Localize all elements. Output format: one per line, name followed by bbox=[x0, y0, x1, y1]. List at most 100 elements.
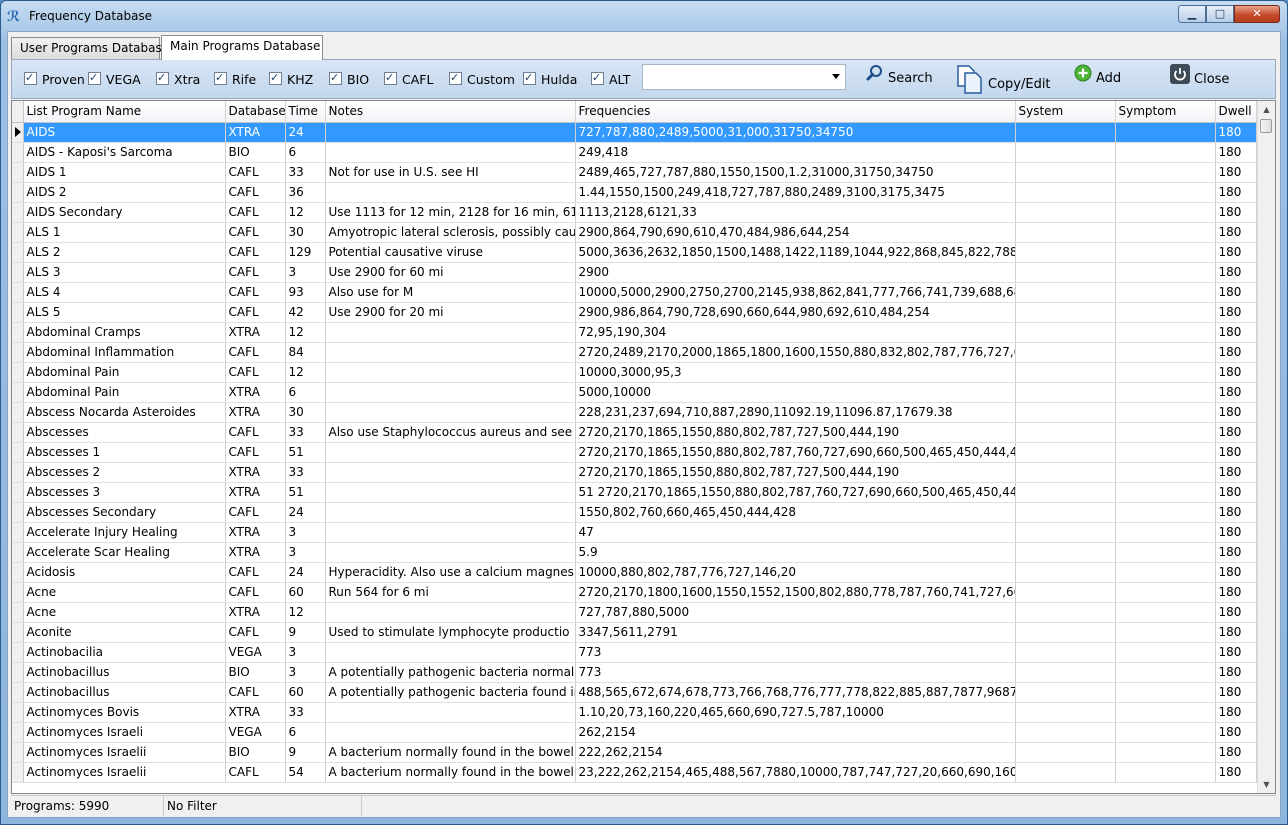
cell-dwell[interactable]: 180 bbox=[1215, 222, 1257, 243]
cell-frequencies[interactable]: 23,222,262,2154,465,488,567,7880,10000,7… bbox=[575, 762, 1016, 783]
cell-database[interactable]: VEGA bbox=[225, 722, 286, 743]
row-header[interactable] bbox=[12, 742, 24, 763]
table-row[interactable]: Abscesses 2 XTRA 33 2720,2170,1865,1550,880… bbox=[12, 462, 1257, 483]
cell-database[interactable]: CAFL bbox=[225, 622, 286, 643]
cell-name[interactable]: Abscesses bbox=[23, 422, 226, 443]
cell-database[interactable]: CAFL bbox=[225, 282, 286, 303]
cell-system[interactable] bbox=[1015, 242, 1116, 263]
cell-symptom[interactable] bbox=[1115, 402, 1216, 423]
row-header[interactable] bbox=[12, 542, 24, 563]
cell-database[interactable]: XTRA bbox=[225, 482, 286, 503]
cell-symptom[interactable] bbox=[1115, 442, 1216, 463]
programs-grid[interactable]: List Program Name Database Time Notes Fr… bbox=[11, 100, 1276, 794]
table-row[interactable]: Acne XTRA 12 727,787,880,5000 180 bbox=[12, 602, 1257, 623]
cell-dwell[interactable]: 180 bbox=[1215, 262, 1257, 283]
cell-frequencies[interactable]: 5.9 bbox=[575, 542, 1016, 563]
scroll-up-icon[interactable]: ▲ bbox=[1258, 101, 1275, 118]
cell-frequencies[interactable]: 72,95,190,304 bbox=[575, 322, 1016, 343]
cell-name[interactable]: ALS 1 bbox=[23, 222, 226, 243]
cell-system[interactable] bbox=[1015, 602, 1116, 623]
cell-system[interactable] bbox=[1015, 222, 1116, 243]
row-header[interactable] bbox=[12, 402, 24, 423]
cell-database[interactable]: CAFL bbox=[225, 202, 286, 223]
cell-database[interactable]: CAFL bbox=[225, 302, 286, 323]
cell-name[interactable]: Accelerate Scar Healing bbox=[23, 542, 226, 563]
cell-dwell[interactable]: 180 bbox=[1215, 682, 1257, 703]
table-row[interactable]: Abdominal Pain CAFL 12 10000,3000,95,3 180 bbox=[12, 362, 1257, 383]
cell-dwell[interactable]: 180 bbox=[1215, 182, 1257, 203]
cell-notes[interactable] bbox=[325, 642, 576, 663]
cell-dwell[interactable]: 180 bbox=[1215, 162, 1257, 183]
cell-frequencies[interactable]: 2900,986,864,790,728,690,660,644,980,692… bbox=[575, 302, 1016, 323]
cell-notes[interactable] bbox=[325, 322, 576, 343]
cell-notes[interactable]: Use 1113 for 12 min, 2128 for 16 min, 61… bbox=[325, 202, 576, 223]
cell-dwell[interactable]: 180 bbox=[1215, 322, 1257, 343]
cell-symptom[interactable] bbox=[1115, 222, 1216, 243]
cell-frequencies[interactable]: 2720,2170,1865,1550,880,802,787,727,500,… bbox=[575, 462, 1016, 483]
table-row[interactable]: Aconite CAFL 9 Used to stimulate lymphocyte… bbox=[12, 622, 1257, 643]
cell-system[interactable] bbox=[1015, 342, 1116, 363]
row-header[interactable] bbox=[12, 562, 24, 583]
cell-time[interactable]: 33 bbox=[285, 462, 326, 483]
row-header[interactable] bbox=[12, 182, 24, 203]
cell-dwell[interactable]: 180 bbox=[1215, 482, 1257, 503]
cell-symptom[interactable] bbox=[1115, 202, 1216, 223]
cell-system[interactable] bbox=[1015, 362, 1116, 383]
row-header[interactable] bbox=[12, 762, 24, 783]
cell-system[interactable] bbox=[1015, 382, 1116, 403]
cell-notes[interactable] bbox=[325, 382, 576, 403]
cell-name[interactable]: Abscesses 1 bbox=[23, 442, 226, 463]
cell-dwell[interactable]: 180 bbox=[1215, 282, 1257, 303]
cell-symptom[interactable] bbox=[1115, 562, 1216, 583]
cell-frequencies[interactable]: 5000,10000 bbox=[575, 382, 1016, 403]
table-row[interactable]: Abdominal Pain XTRA 6 5000,10000 180 bbox=[12, 382, 1257, 403]
row-header[interactable] bbox=[12, 702, 24, 723]
cell-system[interactable] bbox=[1015, 142, 1116, 163]
cell-system[interactable] bbox=[1015, 722, 1116, 743]
cell-system[interactable] bbox=[1015, 402, 1116, 423]
cell-notes[interactable] bbox=[325, 482, 576, 503]
cell-frequencies[interactable]: 2720,2170,1865,1550,880,802,787,727,500,… bbox=[575, 422, 1016, 443]
cell-database[interactable]: CAFL bbox=[225, 342, 286, 363]
row-header[interactable] bbox=[12, 162, 24, 183]
search-combo[interactable] bbox=[642, 64, 846, 90]
cell-frequencies[interactable]: 47 bbox=[575, 522, 1016, 543]
cell-notes[interactable]: Run 564 for 6 mi bbox=[325, 582, 576, 603]
cell-dwell[interactable]: 180 bbox=[1215, 142, 1257, 163]
cell-dwell[interactable]: 180 bbox=[1215, 442, 1257, 463]
column-header-symptom[interactable]: Symptom bbox=[1115, 101, 1216, 123]
cell-notes[interactable]: A potentially pathogenic bacteria found … bbox=[325, 682, 576, 703]
cell-notes[interactable]: Amyotropic lateral sclerosis, possibly c… bbox=[325, 222, 576, 243]
cell-notes[interactable] bbox=[325, 182, 576, 203]
cell-time[interactable]: 3 bbox=[285, 542, 326, 563]
cell-database[interactable]: BIO bbox=[225, 142, 286, 163]
cell-time[interactable]: 30 bbox=[285, 222, 326, 243]
row-header[interactable] bbox=[12, 602, 24, 623]
cell-database[interactable]: BIO bbox=[225, 742, 286, 763]
filter-vega-checkbox[interactable]: VEGA bbox=[88, 70, 141, 88]
cell-symptom[interactable] bbox=[1115, 342, 1216, 363]
chevron-down-icon[interactable] bbox=[832, 74, 840, 79]
cell-time[interactable]: 24 bbox=[285, 562, 326, 583]
cell-system[interactable] bbox=[1015, 462, 1116, 483]
table-row[interactable]: Actinobacillus BIO 3 A potentially pathogen… bbox=[12, 662, 1257, 683]
cell-database[interactable]: CAFL bbox=[225, 262, 286, 283]
cell-frequencies[interactable]: 5000,3636,2632,1850,1500,1488,1422,1189,… bbox=[575, 242, 1016, 263]
row-header[interactable] bbox=[12, 242, 24, 263]
cell-frequencies[interactable]: 2489,465,727,787,880,1550,1500,1.2,31000… bbox=[575, 162, 1016, 183]
cell-time[interactable]: 6 bbox=[285, 382, 326, 403]
row-header[interactable] bbox=[12, 722, 24, 743]
cell-dwell[interactable]: 180 bbox=[1215, 582, 1257, 603]
column-header-system[interactable]: System bbox=[1015, 101, 1116, 123]
cell-notes[interactable] bbox=[325, 402, 576, 423]
cell-time[interactable]: 12 bbox=[285, 322, 326, 343]
cell-name[interactable]: AIDS Secondary bbox=[23, 202, 226, 223]
cell-time[interactable]: 93 bbox=[285, 282, 326, 303]
cell-notes[interactable] bbox=[325, 702, 576, 723]
cell-dwell[interactable]: 180 bbox=[1215, 542, 1257, 563]
cell-system[interactable] bbox=[1015, 682, 1116, 703]
cell-time[interactable]: 3 bbox=[285, 662, 326, 683]
add-button[interactable]: Add bbox=[1074, 64, 1121, 92]
cell-frequencies[interactable]: 1.10,20,73,160,220,465,660,690,727.5,787… bbox=[575, 702, 1016, 723]
cell-dwell[interactable]: 180 bbox=[1215, 722, 1257, 743]
